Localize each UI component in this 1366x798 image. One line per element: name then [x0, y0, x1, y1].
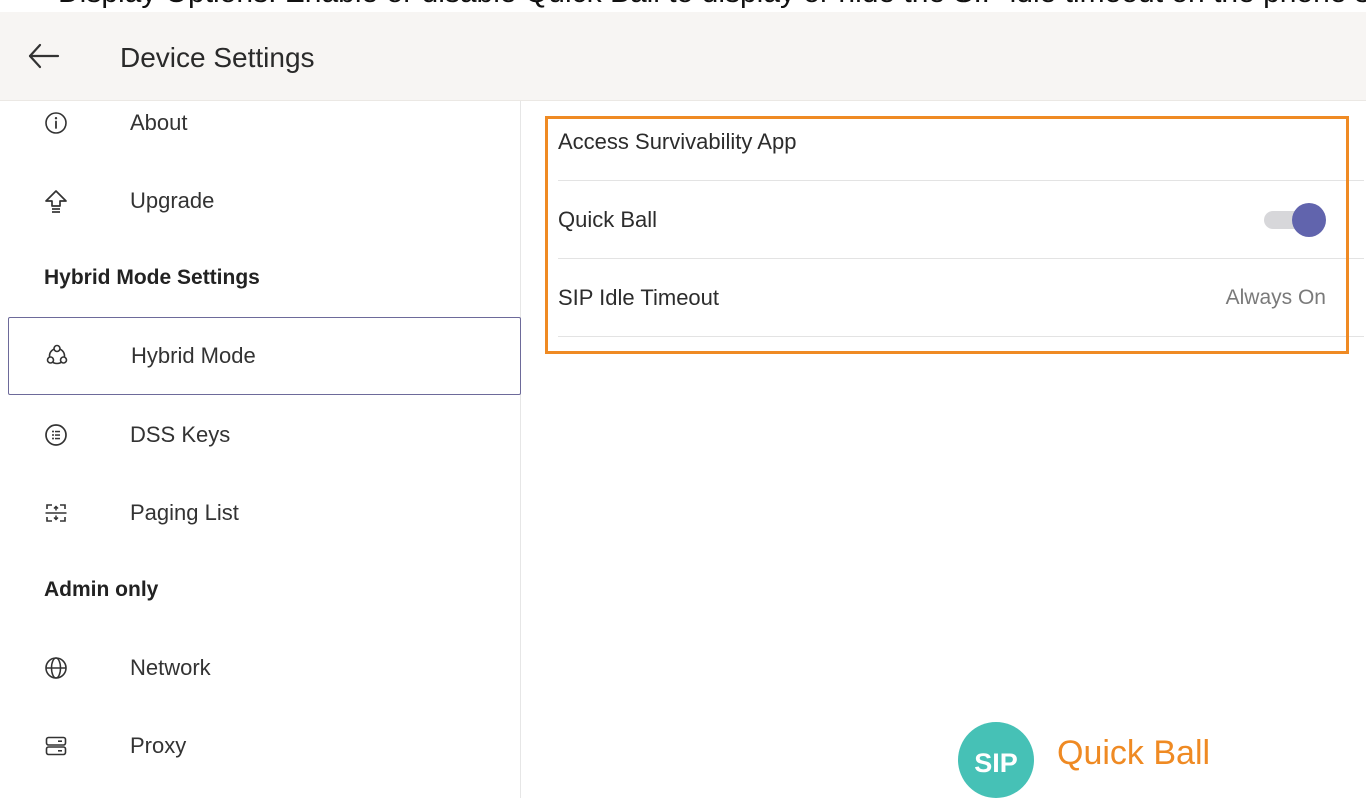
sidebar-item-label: Paging List — [130, 500, 239, 525]
hybrid-mode-icon — [46, 344, 68, 365]
section-heading-admin: Admin only — [44, 578, 159, 601]
section-heading-hybrid: Hybrid Mode Settings — [44, 266, 260, 289]
sidebar-item-dss-keys[interactable]: DSS Keys — [0, 396, 521, 474]
sidebar-item-label: Proxy — [130, 733, 187, 758]
upgrade-arrow-icon — [45, 190, 67, 213]
server-icon — [45, 736, 67, 756]
sip-ball-label: SIP — [974, 748, 1018, 778]
settings-sidebar: About Upgrade Hybrid Mode Settings Hybri… — [0, 101, 521, 798]
top-caption-strip: Display Options: Enable or disable Quick… — [0, 0, 1366, 12]
sidebar-item-hybrid-mode[interactable]: Hybrid Mode — [8, 317, 521, 395]
toggle-thumb — [1292, 202, 1326, 237]
page-title: Device Settings — [120, 42, 315, 73]
row-access-survivability-app[interactable]: Access Survivability App — [558, 103, 1364, 181]
sidebar-item-proxy[interactable]: Proxy — [0, 707, 521, 785]
sidebar-item-label: About — [130, 110, 188, 135]
row-value: Always On — [1225, 285, 1326, 309]
sidebar-item-label: Upgrade — [130, 188, 215, 213]
sidebar-item-paging-list[interactable]: Paging List — [0, 474, 521, 552]
sidebar-item-about[interactable]: About — [0, 84, 521, 162]
row-sip-idle-timeout[interactable]: SIP Idle Timeout Always On — [558, 259, 1364, 337]
sidebar-item-label: DSS Keys — [130, 422, 231, 447]
sidebar-item-label: Hybrid Mode — [131, 343, 256, 368]
row-label: Quick Ball — [558, 206, 658, 232]
sidebar-item-upgrade[interactable]: Upgrade — [0, 162, 521, 240]
top-caption-text: Display Options: Enable or disable Quick… — [58, 0, 1366, 8]
quick-ball-toggle[interactable] — [1262, 202, 1326, 238]
dss-keys-icon — [45, 424, 67, 446]
row-label: SIP Idle Timeout — [558, 284, 720, 310]
settings-content: Access Survivability App Quick Ball SIP … — [522, 101, 1366, 798]
back-button[interactable] — [26, 40, 62, 72]
sip-quick-ball[interactable]: SIP — [958, 722, 1034, 798]
globe-icon — [45, 657, 67, 679]
quick-ball-caption: Quick Ball — [1057, 734, 1211, 772]
sidebar-item-label: Network — [130, 655, 211, 680]
sidebar-item-network[interactable]: Network — [0, 629, 521, 707]
row-label: Access Survivability App — [558, 128, 797, 154]
info-circle-icon — [45, 112, 67, 134]
paging-list-icon — [45, 504, 67, 522]
arrow-left-icon — [28, 43, 60, 69]
row-quick-ball[interactable]: Quick Ball — [558, 181, 1364, 259]
